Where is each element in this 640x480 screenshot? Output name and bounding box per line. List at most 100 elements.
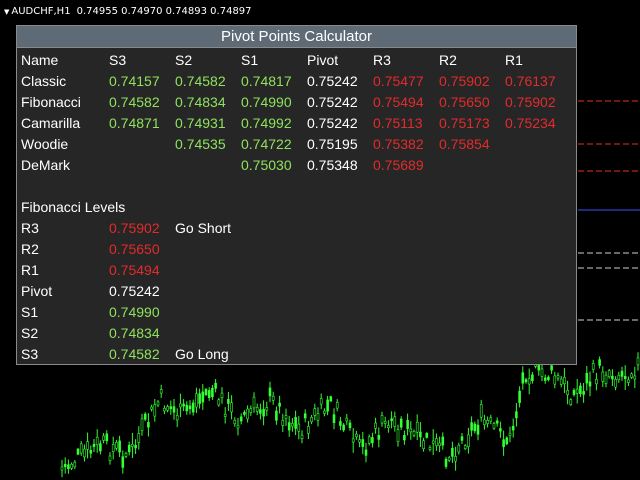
panel-title[interactable]: Pivot Points Calculator [17,26,576,48]
price-candle-body-64 [265,407,269,411]
row-fibonacci-name: Fibonacci [21,94,81,110]
fib-level-s1-value: 0.74990 [109,304,160,320]
row-classic-r2: 0.75902 [439,73,490,89]
row-fibonacci-r2: 0.75650 [439,94,490,110]
price-candle-body-142 [515,411,518,419]
price-candle-body-143 [518,390,521,403]
price-candle-body-59 [249,408,253,414]
price-candle-body-43 [198,393,201,404]
price-candle-body-174 [617,374,621,381]
price-candle-body-52 [227,398,230,404]
price-candle-body-131 [479,404,483,418]
fib-level-r1-value: 0.75494 [109,262,160,278]
price-candle-body-118 [438,442,441,447]
fib-level-s3-label: S3 [21,346,39,362]
price-candle-body-80 [316,413,320,421]
price-candle-body-8 [86,441,89,450]
price-candle-body-115 [428,447,432,450]
price-candle-body-91 [351,438,355,443]
price-candle-body-114 [425,432,429,438]
price-candle-body-121 [447,457,451,461]
price-candle-body-2 [67,464,70,470]
price-candle-body-169 [601,371,605,382]
price-candle-body-177 [627,379,630,383]
column-header-r1: R1 [505,52,523,68]
row-camarilla-pivot: 0.75242 [307,115,358,131]
symbol-label: AUDCHF,H1 [11,6,71,17]
price-candle-body-163 [582,391,585,395]
fibonacci-levels-heading: Fibonacci Levels [21,199,126,215]
price-candle-body-16 [111,444,115,452]
price-candle-body-26 [143,413,147,420]
price-candle-body-48 [214,382,217,389]
price-candle-body-111 [415,421,419,433]
price-candle-body-42 [195,393,198,408]
price-candle-body-29 [153,404,157,417]
column-header-name: Name [21,52,59,68]
price-candle-body-79 [313,408,317,416]
fib-level-s2-value: 0.74834 [109,325,160,341]
price-candle-body-86 [335,401,339,409]
price-candle-body-17 [115,441,118,449]
price-candle-body-166 [591,363,595,370]
row-fibonacci-r1: 0.75902 [505,94,556,110]
price-candle-body-138 [502,439,505,448]
price-candle-body-179 [633,375,637,380]
price-candle-body-167 [595,378,598,385]
price-candle-body-7 [83,448,86,458]
price-candle-body-116 [431,440,435,444]
price-candle-body-153 [550,365,553,371]
pivot-points-panel: Pivot Points Calculator Name S3 S2 S1 Pi… [16,25,577,365]
price-candle-body-39 [185,404,189,412]
column-header-r3: R3 [373,52,391,68]
row-classic-r1: 0.76137 [505,73,556,89]
price-candle-body-158 [566,389,569,396]
price-candle-body-89 [345,417,349,422]
price-candle-body-5 [76,448,80,455]
price-candle-body-41 [191,402,195,413]
price-candle-body-88 [342,424,345,431]
price-candle-body-156 [559,378,563,385]
price-candle-body-38 [182,403,185,407]
price-candle-body-94 [361,439,365,447]
price-candle-body-76 [303,413,307,419]
price-candle-body-23 [134,444,137,449]
price-candle-body-73 [294,416,297,429]
row-camarilla-s1: 0.74992 [241,115,292,131]
price-candle-body-49 [217,399,221,406]
price-candle-body-119 [441,436,445,446]
price-candle-body-117 [435,438,438,447]
column-header-pivot: Pivot [307,52,339,68]
price-candle-body-161 [575,388,579,394]
price-candle-body-137 [499,428,502,432]
price-candle-body-57 [243,411,246,415]
fib-level-pivot-label: Pivot [21,283,53,299]
price-candle-body-164 [585,372,589,384]
row-woodie-r2: 0.75854 [439,136,490,152]
column-header-s2: S2 [175,52,193,68]
price-candle-body-92 [355,433,358,438]
price-candle-body-99 [377,435,381,440]
price-candle-body-176 [623,375,627,379]
price-candle-body-98 [374,422,377,429]
price-candle-body-90 [348,422,352,428]
price-candle-body-78 [310,417,313,422]
price-candle-body-83 [326,399,329,412]
price-candle-body-122 [451,447,454,457]
fib-level-pivot-value: 0.75242 [109,283,160,299]
price-candle-body-70 [284,415,288,420]
fib-level-s3-value: 0.74582 [109,346,160,362]
price-candle-body-4 [73,461,77,468]
price-candle-body-34 [169,406,173,410]
price-candle-body-62 [259,409,262,414]
price-candle-body-33 [166,406,169,411]
column-header-s3: S3 [109,52,127,68]
price-candle-body-104 [393,416,397,427]
price-candle-body-54 [233,419,237,425]
price-candle-body-139 [505,437,509,445]
row-demark-name: DeMark [21,157,71,173]
price-candle-body-25 [140,418,144,431]
price-candle-body-37 [179,403,182,408]
price-candle-body-165 [588,381,592,387]
price-candle-body-132 [483,419,486,425]
